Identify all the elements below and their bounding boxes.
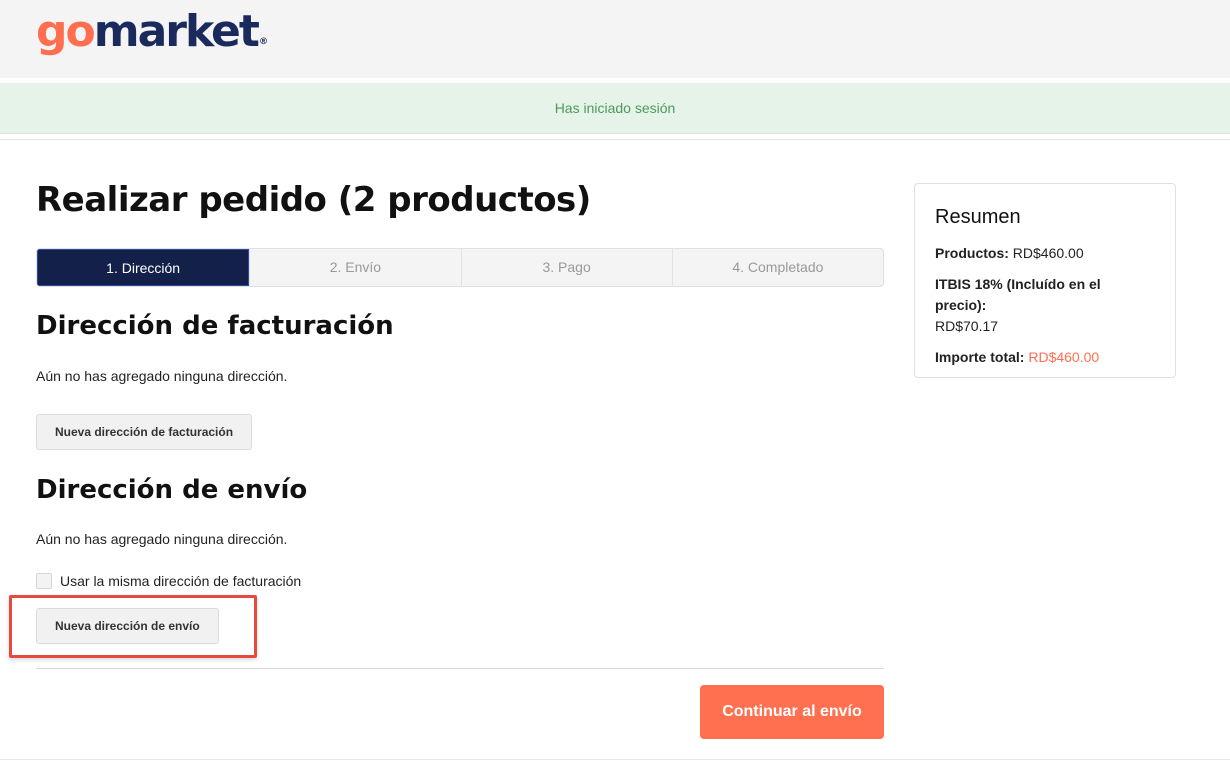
footer-divider <box>0 759 1230 760</box>
actions-divider <box>36 668 884 669</box>
same-as-billing-row[interactable]: Usar la misma dirección de facturación <box>36 573 301 589</box>
summary-tax: ITBIS 18% (Incluído en el precio): RD$70… <box>935 274 1155 337</box>
summary-total-label: Importe total: <box>935 349 1025 365</box>
shipping-empty-text: Aún no has agregado ninguna dirección. <box>36 531 288 547</box>
page-title: Realizar pedido (2 productos) <box>36 180 591 220</box>
billing-section-title: Dirección de facturación <box>36 311 394 341</box>
summary-products: Productos: RD$460.00 <box>935 243 1155 264</box>
header-divider <box>0 139 1230 140</box>
logo-go-text: go <box>36 6 96 57</box>
login-success-alert: Has iniciado sesión <box>0 83 1230 134</box>
summary-title: Resumen <box>935 206 1021 228</box>
gomarket-logo[interactable]: gomarket® <box>36 4 268 70</box>
summary-products-label: Productos: <box>935 245 1009 261</box>
highlight-annotation <box>9 595 257 658</box>
shipping-section-title: Dirección de envío <box>36 475 308 505</box>
same-as-billing-label[interactable]: Usar la misma dirección de facturación <box>60 573 301 589</box>
alert-message: Has iniciado sesión <box>554 100 676 116</box>
billing-empty-text: Aún no has agregado ninguna dirección. <box>36 368 288 384</box>
logo-registered-mark: ® <box>258 37 268 47</box>
step-envio: 2. Envío <box>249 249 460 286</box>
site-header: gomarket® <box>0 0 1230 78</box>
same-as-billing-checkbox[interactable] <box>36 573 52 589</box>
step-completado: 4. Completado <box>671 249 883 286</box>
step-pago: 3. Pago <box>460 249 672 286</box>
summary-products-value: RD$460.00 <box>1012 245 1084 261</box>
step-direccion[interactable]: 1. Dirección <box>37 249 250 286</box>
order-summary-card: Resumen Productos: RD$460.00 ITBIS 18% (… <box>914 183 1176 378</box>
logo-market-text: market <box>93 6 260 57</box>
summary-total-value: RD$460.00 <box>1028 349 1100 365</box>
checkout-steps: 1. Dirección 2. Envío 3. Pago 4. Complet… <box>36 248 884 287</box>
continue-to-shipping-button[interactable]: Continuar al envío <box>700 685 884 739</box>
summary-tax-value: RD$70.17 <box>935 318 999 334</box>
summary-total: Importe total: RD$460.00 <box>935 347 1155 368</box>
new-billing-address-button[interactable]: Nueva dirección de facturación <box>36 414 253 450</box>
summary-tax-label: ITBIS 18% (Incluído en el precio): <box>935 276 1101 313</box>
